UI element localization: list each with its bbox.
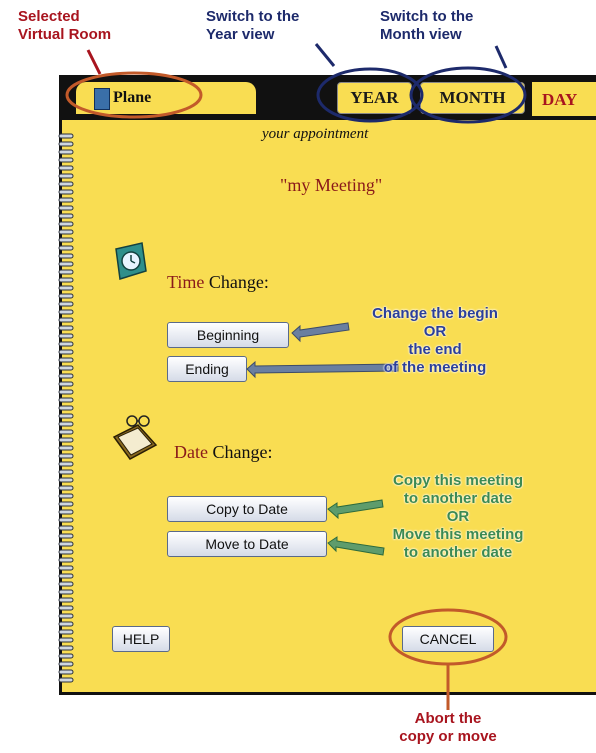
year-highlight-ellipse bbox=[316, 67, 424, 123]
annotation-line: to another date bbox=[403, 490, 513, 507]
room-pointer-line bbox=[86, 49, 102, 75]
annotation-abort: Abort the copy or move bbox=[378, 710, 518, 746]
annotation-line: copy or move bbox=[399, 728, 497, 745]
annotation-line: Copy this meeting bbox=[392, 472, 523, 489]
annotation-line: OR bbox=[423, 323, 447, 340]
annotation-line: Abort the bbox=[414, 710, 482, 727]
annotation-line: Move this meeting bbox=[392, 526, 524, 543]
year-pointer-line bbox=[314, 43, 336, 67]
month-pointer-line bbox=[494, 45, 508, 69]
annotation-line: OR bbox=[446, 508, 470, 525]
annotation-change-times: Change the begin OR the end of the meeti… bbox=[330, 305, 540, 377]
room-highlight-ellipse bbox=[65, 71, 203, 119]
cancel-highlight-ellipse bbox=[388, 608, 508, 666]
annotation-line: Change the begin bbox=[372, 305, 498, 322]
annotation-copy-move: Copy this meeting to another date OR Mov… bbox=[360, 472, 556, 562]
annotation-line: the end bbox=[408, 341, 462, 358]
annotation-line: to another date bbox=[403, 544, 513, 561]
annotation-line: of the meeting bbox=[383, 359, 487, 376]
month-highlight-ellipse bbox=[409, 66, 527, 124]
